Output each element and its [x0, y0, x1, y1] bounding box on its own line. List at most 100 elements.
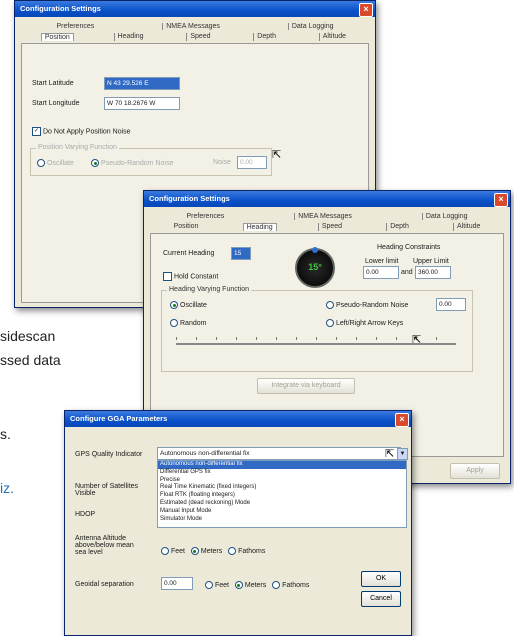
upper-limit-input[interactable]: 360.00: [415, 266, 451, 279]
oscillate-radio-row[interactable]: Oscillate: [37, 159, 74, 167]
oscillate-radio[interactable]: [37, 159, 45, 167]
lower-limit-label: Lower limit: [365, 258, 399, 265]
altitude-meters-radio[interactable]: [190, 547, 199, 555]
hold-constant-checkbox[interactable]: [163, 272, 172, 281]
tab-depth[interactable]: Depth: [253, 33, 279, 41]
tab-data-logging[interactable]: Data Logging: [421, 213, 471, 220]
satellites-label: Number of Satellites Visible: [75, 483, 139, 497]
mouse-cursor-icon: ⇱: [412, 334, 422, 346]
random-noise-radio-row[interactable]: Pseudo-Random Noise: [91, 159, 173, 167]
random-noise-radio-row[interactable]: Pseudo-Random Noise: [326, 301, 408, 309]
start-longitude-input[interactable]: W 70 18.2676 W: [104, 97, 180, 110]
random-radio[interactable]: [170, 319, 178, 327]
geoidal-units: Feet Meters Fathoms: [205, 581, 309, 589]
tab-position[interactable]: Position: [171, 223, 202, 231]
gga-parameters-window: Configure GGA Parameters × GPS Quality I…: [64, 410, 412, 636]
close-icon[interactable]: ×: [494, 193, 508, 207]
tab-row-bottom: Position Heading Speed Depth Altitude: [21, 33, 369, 41]
tab-position[interactable]: Position: [40, 33, 74, 41]
geoidal-fathoms-radio[interactable]: [272, 581, 281, 589]
tab-row-bottom: Position Heading Speed Depth Altitude: [150, 223, 504, 231]
geoidal-separation-label: Geoidal separation: [75, 581, 134, 588]
tab-preferences[interactable]: Preferences: [53, 23, 97, 30]
random-noise-label: Pseudo-Random Noise: [101, 159, 174, 167]
arrow-keys-radio[interactable]: [326, 319, 334, 327]
altitude-feet-radio[interactable]: [161, 547, 169, 555]
no-noise-checkbox-row[interactable]: ✓ Do Not Apply Position Noise: [32, 127, 131, 136]
current-heading-label: Current Heading: [163, 250, 215, 257]
list-item[interactable]: Manual Input Mode: [158, 508, 406, 516]
tab-depth[interactable]: Depth: [386, 223, 412, 231]
heading-gauge: 15°: [295, 247, 335, 288]
apply-button[interactable]: Apply: [450, 463, 500, 479]
tab-preferences[interactable]: Preferences: [183, 213, 227, 220]
current-heading-input[interactable]: 15: [231, 247, 251, 260]
tab-data-logging[interactable]: Data Logging: [287, 23, 337, 30]
start-latitude-label: Start Latitude: [32, 80, 74, 87]
geoidal-meters-radio[interactable]: [234, 581, 243, 589]
tab-heading[interactable]: Heading: [242, 223, 277, 231]
random-noise-radio[interactable]: [326, 301, 334, 309]
geoidal-fathoms-label: Fathoms: [282, 581, 310, 589]
gauge-value: 15°: [308, 262, 322, 272]
arrow-keys-label: Left/Right Arrow Keys: [336, 319, 404, 327]
position-varying-group: Position Varying Function Oscillate Pseu…: [30, 144, 272, 176]
start-latitude-input[interactable]: N 43 29.526 E: [104, 77, 180, 90]
list-item[interactable]: Estimated (dead reckoning) Mode: [158, 500, 406, 508]
heading-constraints-title: Heading Constraints: [377, 244, 441, 251]
window-title: Configuration Settings: [149, 194, 230, 203]
tab-altitude[interactable]: Altitude: [453, 223, 483, 231]
random-radio-row[interactable]: Random: [170, 319, 206, 327]
background-link[interactable]: iz.: [0, 480, 14, 496]
tab-speed[interactable]: Speed: [317, 223, 345, 231]
antenna-altitude-label: Antenna Altitude above/below mean sea le…: [75, 535, 134, 556]
tab-row-top: Preferences NMEA Messages Data Logging: [150, 213, 504, 220]
window-titlebar[interactable]: Configure GGA Parameters ×: [65, 411, 411, 427]
noise-input[interactable]: 0.00: [436, 298, 466, 311]
random-noise-radio[interactable]: [91, 159, 99, 167]
tab-altitude[interactable]: Altitude: [318, 33, 349, 41]
list-item[interactable]: Float RTK (floating integers): [158, 492, 406, 500]
close-icon[interactable]: ×: [359, 3, 373, 17]
tab-nmea-messages[interactable]: NMEA Messages: [162, 23, 223, 30]
oscillate-label: Oscillate: [180, 301, 207, 309]
ok-button[interactable]: OK: [361, 571, 401, 587]
close-icon[interactable]: ×: [395, 413, 409, 427]
start-longitude-label: Start Longitude: [32, 100, 80, 107]
gps-quality-label: GPS Quality Indicator: [75, 451, 143, 458]
window-titlebar[interactable]: Configuration Settings ×: [15, 1, 375, 17]
list-item[interactable]: Autonomous non-differential fix: [158, 461, 406, 469]
lower-limit-input[interactable]: 0.00: [363, 266, 399, 279]
background-text-3: s.: [0, 426, 11, 442]
altitude-fathoms-radio[interactable]: [228, 547, 237, 555]
list-item[interactable]: Differential GPS fix: [158, 469, 406, 477]
chevron-down-icon[interactable]: ▼: [397, 448, 408, 460]
gauge-marker-icon: [312, 247, 318, 253]
cancel-button[interactable]: Cancel: [361, 591, 401, 607]
no-noise-checkbox[interactable]: ✓: [32, 127, 41, 136]
noise-input[interactable]: 0.00: [237, 156, 267, 169]
tab-speed[interactable]: Speed: [186, 33, 213, 41]
tab-nmea-messages[interactable]: NMEA Messages: [294, 213, 355, 220]
and-label: and: [401, 269, 413, 276]
background-text-1: sidescan: [0, 328, 56, 344]
hold-constant-row[interactable]: Hold Constant: [163, 272, 218, 281]
tab-row-top: Preferences NMEA Messages Data Logging: [21, 23, 369, 30]
window-title: Configure GGA Parameters: [70, 414, 168, 423]
geoidal-feet-radio[interactable]: [205, 581, 213, 589]
tab-heading[interactable]: Heading: [113, 33, 147, 41]
geoidal-separation-input[interactable]: 0.00: [161, 577, 193, 590]
group-title: Heading Varying Function: [167, 286, 252, 293]
group-title: Position Varying Function: [36, 144, 119, 151]
list-item[interactable]: Precise: [158, 477, 406, 485]
list-item[interactable]: Real Time Kinematic (fixed integers): [158, 484, 406, 492]
list-item[interactable]: Simulator Mode: [158, 516, 406, 524]
altitude-feet-label: Feet: [171, 547, 186, 555]
arrow-keys-radio-row[interactable]: Left/Right Arrow Keys: [326, 319, 403, 327]
gps-quality-select[interactable]: Autonomous non-differential fix: [157, 447, 401, 460]
oscillate-radio-row[interactable]: Oscillate: [170, 301, 207, 309]
window-titlebar[interactable]: Configuration Settings ×: [144, 191, 510, 207]
oscillate-radio[interactable]: [170, 301, 178, 309]
integrate-keyboard-button[interactable]: Integrate via keyboard: [257, 378, 355, 394]
geoidal-meters-label: Meters: [244, 581, 267, 589]
